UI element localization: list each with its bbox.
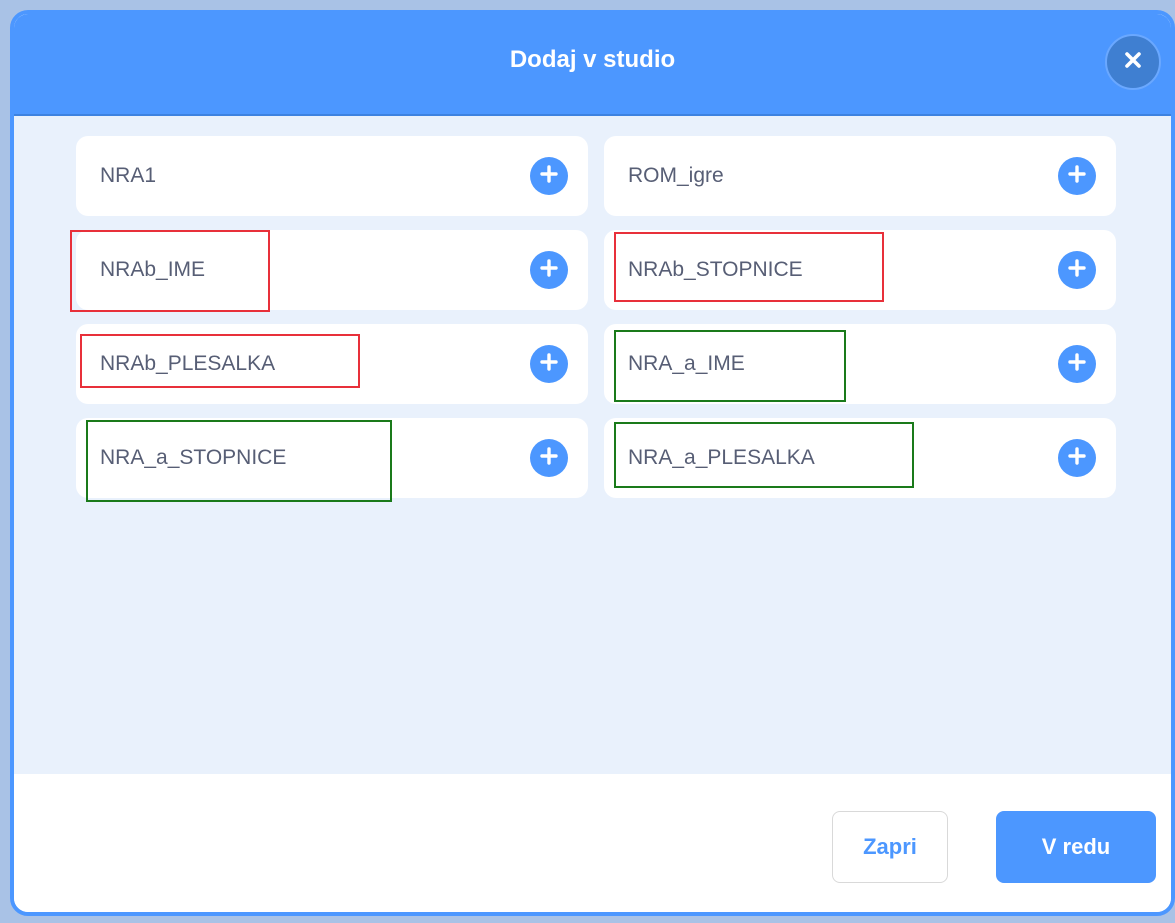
studio-label: NRA_a_IME bbox=[628, 352, 745, 375]
studio-item[interactable]: NRAb_IME bbox=[76, 230, 588, 310]
ok-button[interactable]: V redu bbox=[996, 811, 1156, 883]
plus-icon bbox=[539, 446, 559, 471]
add-to-studio-dialog: Dodaj v studio NRA1 ROM_igre NRAb_IME NR… bbox=[10, 10, 1175, 916]
studio-list-area: NRA1 ROM_igre NRAb_IME NRAb_STOPNICE NRA… bbox=[14, 116, 1171, 778]
studio-label: NRAb_IME bbox=[100, 258, 206, 281]
dialog-header: Dodaj v studio bbox=[14, 14, 1171, 116]
close-dialog-button[interactable]: Zapri bbox=[832, 811, 948, 883]
studio-label: NRA1 bbox=[100, 164, 157, 187]
close-button[interactable] bbox=[1105, 34, 1161, 90]
dialog-title: Dodaj v studio bbox=[509, 46, 676, 73]
add-studio-button[interactable] bbox=[530, 251, 568, 289]
add-studio-button[interactable] bbox=[1058, 157, 1096, 195]
add-studio-button[interactable] bbox=[1058, 345, 1096, 383]
plus-icon bbox=[539, 164, 559, 189]
add-studio-button[interactable] bbox=[1058, 439, 1096, 477]
studio-item[interactable]: NRA_a_IME bbox=[604, 324, 1116, 404]
studio-label: NRA_a_STOPNICE bbox=[100, 446, 287, 469]
studio-label: ROM_igre bbox=[628, 164, 724, 187]
plus-icon bbox=[1067, 446, 1087, 471]
plus-icon bbox=[1067, 258, 1087, 283]
studio-item[interactable]: NRAb_STOPNICE bbox=[604, 230, 1116, 310]
close-icon bbox=[1124, 16, 1142, 108]
studio-label: NRAb_PLESALKA bbox=[100, 352, 276, 375]
plus-icon bbox=[539, 352, 559, 377]
add-studio-button[interactable] bbox=[530, 157, 568, 195]
studio-item[interactable]: NRAb_PLESALKA bbox=[76, 324, 588, 404]
plus-icon bbox=[539, 258, 559, 283]
add-studio-button[interactable] bbox=[530, 439, 568, 477]
studio-item[interactable]: ROM_igre bbox=[604, 136, 1116, 216]
add-studio-button[interactable] bbox=[530, 345, 568, 383]
plus-icon bbox=[1067, 352, 1087, 377]
studio-item[interactable]: NRA_a_STOPNICE bbox=[76, 418, 588, 498]
studio-label: NRA_a_PLESALKA bbox=[628, 446, 815, 469]
studio-item[interactable]: NRA1 bbox=[76, 136, 588, 216]
dialog-footer: Zapri V redu bbox=[14, 774, 1171, 912]
plus-icon bbox=[1067, 164, 1087, 189]
studio-label: NRAb_STOPNICE bbox=[628, 258, 803, 281]
studio-item[interactable]: NRA_a_PLESALKA bbox=[604, 418, 1116, 498]
add-studio-button[interactable] bbox=[1058, 251, 1096, 289]
